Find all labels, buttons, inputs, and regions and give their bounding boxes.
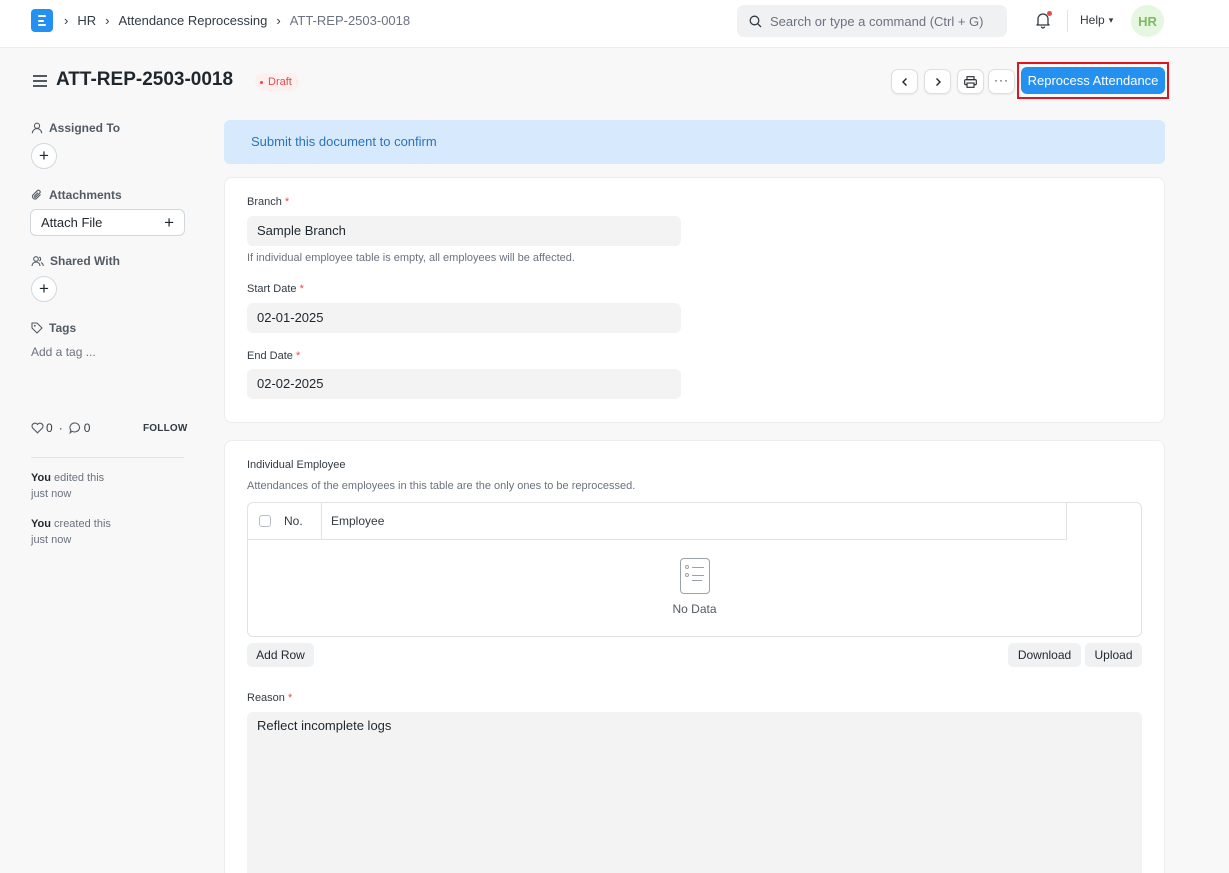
print-button[interactable] bbox=[957, 69, 984, 94]
no-data-text: No Data bbox=[672, 602, 717, 616]
help-dropdown[interactable]: Help ▾ bbox=[1080, 13, 1113, 27]
heart-icon[interactable] bbox=[31, 422, 44, 434]
chevron-right-icon: › bbox=[276, 12, 281, 28]
more-actions-button[interactable]: ··· bbox=[988, 69, 1015, 94]
start-date-field[interactable]: 02-01-2025 bbox=[247, 303, 681, 333]
chevron-right-icon: › bbox=[105, 12, 110, 28]
chevron-right-icon: › bbox=[64, 12, 69, 28]
shared-with-label: Shared With bbox=[50, 254, 120, 268]
branch-label: Branch * bbox=[247, 196, 290, 208]
assigned-to-label: Assigned To bbox=[49, 121, 121, 135]
empty-list-icon bbox=[680, 558, 710, 594]
paperclip-icon bbox=[31, 189, 41, 200]
submit-alert: Submit this document to confirm bbox=[224, 120, 1165, 164]
tag-icon bbox=[31, 322, 43, 334]
comments-count: 0 bbox=[83, 421, 91, 435]
attach-file-label: Attach File bbox=[41, 215, 103, 230]
tags-section: Tags bbox=[31, 321, 76, 335]
activity-action: created this bbox=[54, 518, 111, 530]
branch-field[interactable]: Sample Branch bbox=[247, 216, 681, 246]
activity-action: edited this bbox=[54, 472, 105, 484]
navbar-divider bbox=[1067, 10, 1068, 32]
user-icon bbox=[31, 122, 43, 134]
select-all-checkbox[interactable] bbox=[259, 515, 271, 527]
add-assignee-button[interactable]: + bbox=[31, 143, 57, 169]
app-logo-icon[interactable] bbox=[31, 9, 53, 32]
activity-item: You created this just now bbox=[31, 516, 111, 548]
breadcrumb: › HR › Attendance Reprocessing › ATT-REP… bbox=[64, 12, 419, 28]
plus-icon: + bbox=[39, 146, 49, 165]
search-placeholder: Search or type a command (Ctrl + G) bbox=[770, 13, 984, 29]
reprocess-attendance-button[interactable]: Reprocess Attendance bbox=[1021, 67, 1165, 94]
sidebar-divider bbox=[31, 457, 184, 458]
attachments-section: Attachments bbox=[31, 188, 122, 202]
end-date-label: End Date * bbox=[247, 350, 301, 362]
likes-count: 0 bbox=[46, 421, 53, 435]
employee-section-label: Individual Employee bbox=[247, 459, 346, 471]
page-title: ATT-REP-2503-0018 bbox=[56, 69, 234, 90]
add-tag-link[interactable]: Add a tag ... bbox=[31, 345, 96, 359]
activity-user: You bbox=[31, 518, 51, 530]
activity-time: just now bbox=[31, 488, 72, 500]
search-bar[interactable]: Search or type a command (Ctrl + G) bbox=[737, 5, 1007, 37]
column-divider bbox=[321, 503, 322, 540]
top-navbar: › HR › Attendance Reprocessing › ATT-REP… bbox=[0, 0, 1229, 48]
search-icon bbox=[749, 15, 762, 27]
status-badge: Draft bbox=[255, 73, 299, 91]
breadcrumb-attendance-reprocessing[interactable]: Attendance Reprocessing bbox=[118, 13, 267, 28]
chevron-right-icon bbox=[935, 77, 941, 86]
end-date-field[interactable]: 02-02-2025 bbox=[247, 369, 681, 399]
reason-textarea[interactable]: Reflect incomplete logs bbox=[247, 712, 1142, 873]
ellipsis-icon: ··· bbox=[994, 72, 1009, 87]
notification-dot bbox=[1047, 11, 1052, 16]
printer-icon bbox=[964, 75, 977, 88]
download-button[interactable]: Download bbox=[1008, 643, 1081, 667]
column-header-employee: Employee bbox=[331, 514, 385, 528]
attach-file-button[interactable]: Attach File + bbox=[30, 209, 185, 236]
column-divider bbox=[1066, 503, 1067, 540]
next-doc-button[interactable] bbox=[924, 69, 951, 94]
employee-section-hint: Attendances of the employees in this tab… bbox=[247, 480, 636, 492]
reason-label: Reason * bbox=[247, 692, 293, 704]
previous-doc-button[interactable] bbox=[891, 69, 918, 94]
start-date-label: Start Date * bbox=[247, 283, 304, 295]
sidebar-toggle-icon[interactable] bbox=[33, 75, 47, 87]
likes-comments: 0 · 0 bbox=[31, 421, 90, 435]
assigned-to-section: Assigned To bbox=[31, 121, 120, 135]
table-header: No. Employee bbox=[248, 503, 1067, 540]
separator-dot: · bbox=[58, 421, 63, 435]
column-header-no: No. bbox=[284, 514, 303, 528]
tags-label: Tags bbox=[49, 321, 77, 335]
activity-item: You edited this just now bbox=[31, 470, 104, 502]
comment-icon[interactable] bbox=[69, 422, 82, 434]
upload-button[interactable]: Upload bbox=[1085, 643, 1142, 667]
chevron-left-icon bbox=[901, 77, 907, 86]
plus-icon: + bbox=[164, 212, 174, 232]
employee-table: No. Employee No Data bbox=[247, 502, 1142, 637]
activity-time: just now bbox=[31, 534, 72, 546]
breadcrumb-current-doc[interactable]: ATT-REP-2503-0018 bbox=[290, 13, 410, 28]
follow-button[interactable]: FOLLOW bbox=[143, 423, 188, 434]
avatar[interactable]: HR bbox=[1131, 5, 1164, 37]
branch-hint: If individual employee table is empty, a… bbox=[247, 252, 575, 264]
users-icon bbox=[31, 256, 44, 267]
notification-bell-icon[interactable] bbox=[1034, 11, 1052, 29]
attachments-label: Attachments bbox=[49, 188, 122, 202]
add-share-button[interactable]: + bbox=[31, 276, 57, 302]
activity-user: You bbox=[31, 472, 51, 484]
breadcrumb-hr[interactable]: HR bbox=[77, 13, 96, 28]
shared-with-section: Shared With bbox=[31, 254, 120, 268]
plus-icon: + bbox=[39, 279, 49, 298]
chevron-down-icon: ▾ bbox=[1108, 14, 1114, 25]
help-label: Help bbox=[1080, 13, 1105, 27]
add-row-button[interactable]: Add Row bbox=[247, 643, 314, 667]
